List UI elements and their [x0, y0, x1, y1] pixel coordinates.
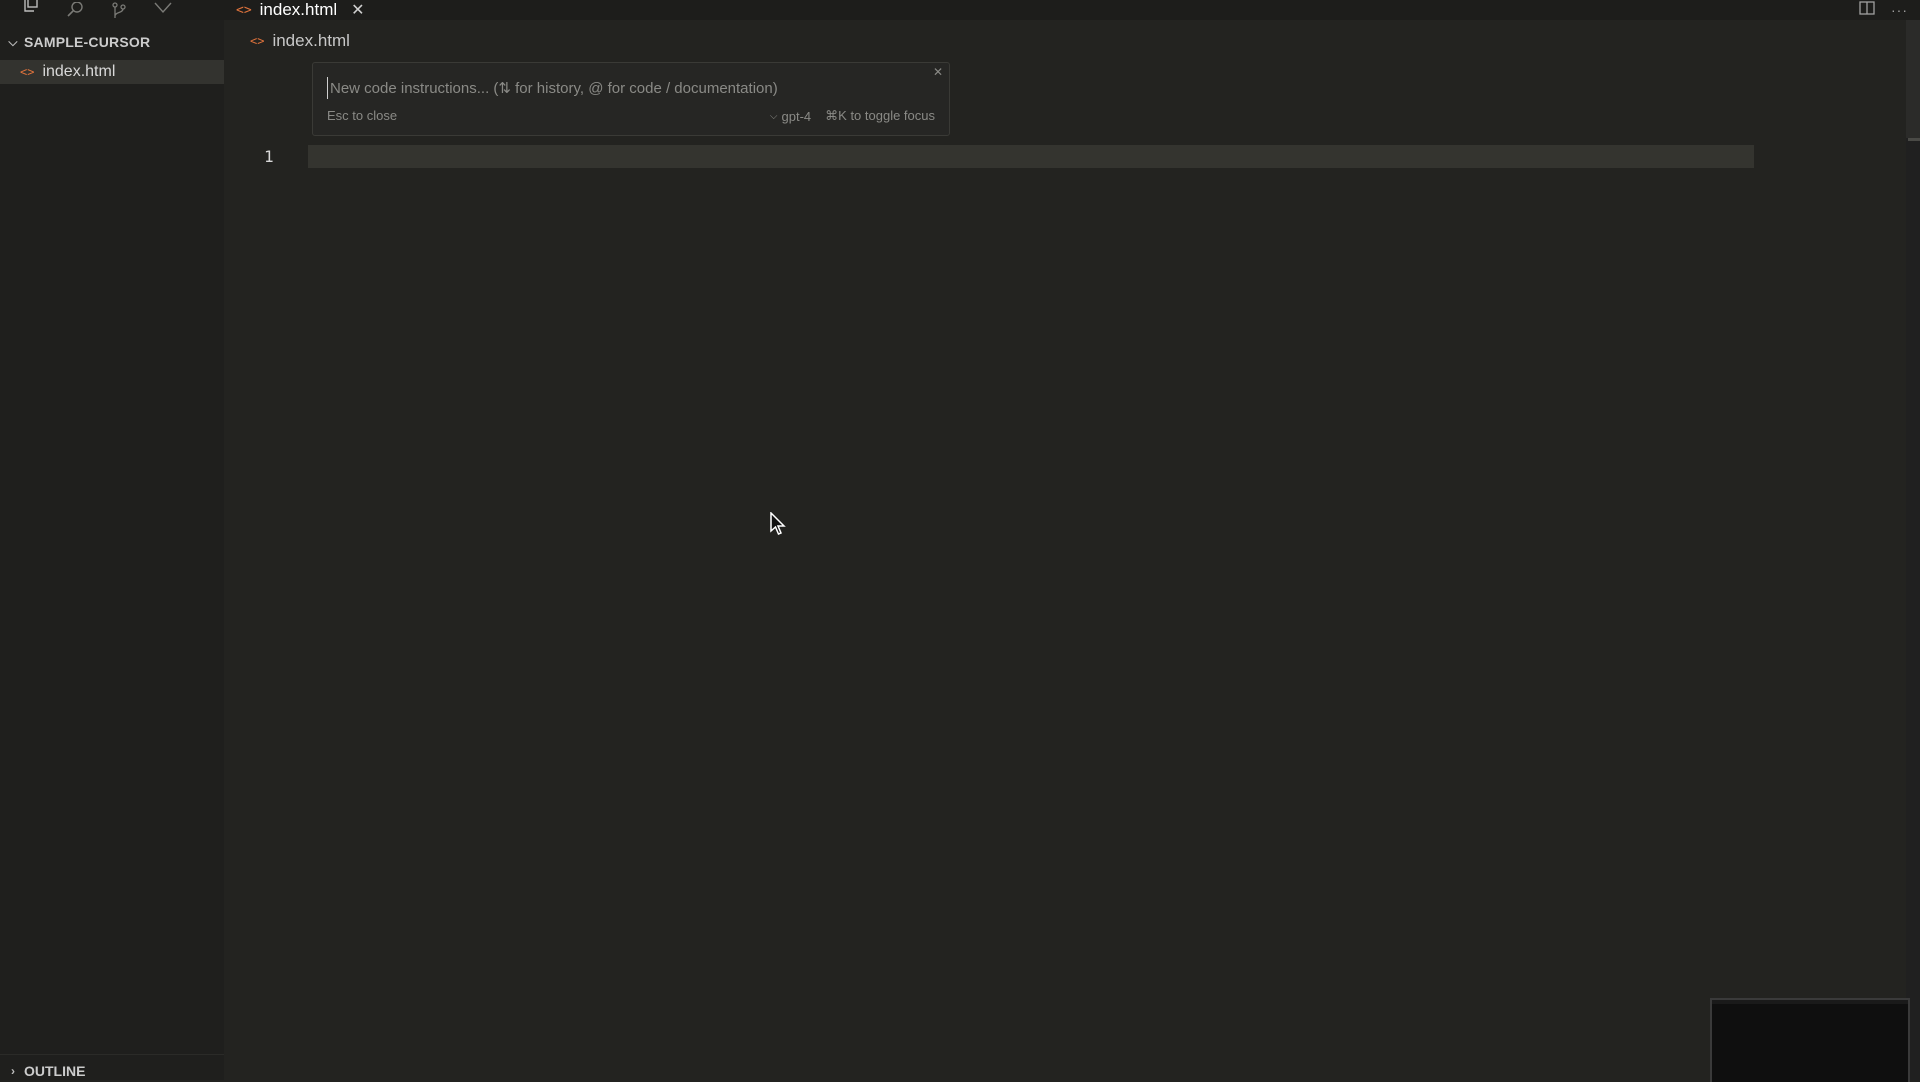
minimap-preview	[1710, 998, 1910, 1082]
line-number: 1	[264, 147, 274, 166]
editor-area: <> index.html ✕ Esc to close ⌵ gpt-4 ⌘K …	[224, 20, 1920, 1080]
extensions-icon[interactable]	[152, 0, 174, 20]
html-icon: <>	[250, 34, 265, 48]
close-icon[interactable]: ✕	[933, 65, 943, 79]
html-icon: <>	[20, 65, 35, 79]
scrollbar-cursor-marker	[1908, 138, 1920, 141]
outline-label: OUTLINE	[24, 1063, 86, 1079]
chevron-down-icon: ⌵	[8, 34, 18, 49]
code-instruction-input[interactable]	[327, 77, 922, 99]
inline-prompt-box: ✕ Esc to close ⌵ gpt-4 ⌘K to toggle focu…	[312, 62, 950, 136]
model-select[interactable]: ⌵ gpt-4	[770, 108, 811, 124]
activity-bar	[20, 0, 174, 24]
prompt-hints: ⌵ gpt-4 ⌘K to toggle focus	[770, 108, 935, 124]
editor-actions: ···	[1859, 0, 1908, 20]
explorer-folder-header[interactable]: ⌵ SAMPLE-CURSOR	[8, 34, 150, 50]
folder-name: SAMPLE-CURSOR	[24, 34, 151, 50]
more-actions-icon[interactable]: ···	[1891, 2, 1908, 18]
chevron-down-icon: ⌵	[769, 110, 778, 122]
breadcrumb-file: index.html	[272, 31, 350, 50]
split-editor-icon[interactable]	[1859, 0, 1875, 20]
toggle-focus-hint: ⌘K to toggle focus	[825, 108, 935, 123]
esc-hint: Esc to close	[327, 108, 398, 123]
search-icon[interactable]	[64, 0, 86, 20]
mouse-pointer-icon	[770, 511, 786, 541]
breadcrumb[interactable]: <> index.html	[250, 31, 350, 51]
divider	[0, 1054, 224, 1055]
current-line-highlight[interactable]	[308, 145, 1754, 168]
source-control-icon[interactable]	[108, 0, 130, 20]
scrollbar-thumb[interactable]	[1906, 20, 1920, 138]
file-name: index.html	[42, 63, 116, 80]
html-icon: <>	[236, 2, 252, 18]
tab-label: index.html	[259, 0, 338, 19]
explorer-sidebar: ⌵ SAMPLE-CURSOR <> index.html › OUTLINE	[0, 20, 224, 1080]
model-name: gpt-4	[781, 108, 812, 124]
tab-index-html[interactable]: <> index.html ✕	[236, 0, 365, 20]
vertical-scrollbar[interactable]	[1906, 20, 1920, 1080]
title-bar: <> index.html ✕ ···	[0, 0, 1920, 24]
close-icon[interactable]: ✕	[351, 0, 364, 20]
file-item-index-html[interactable]: <> index.html	[0, 60, 224, 84]
chevron-right-icon: ›	[11, 1064, 15, 1078]
outline-header[interactable]: › OUTLINE	[8, 1063, 85, 1079]
minimap-content	[1712, 1000, 1908, 1004]
